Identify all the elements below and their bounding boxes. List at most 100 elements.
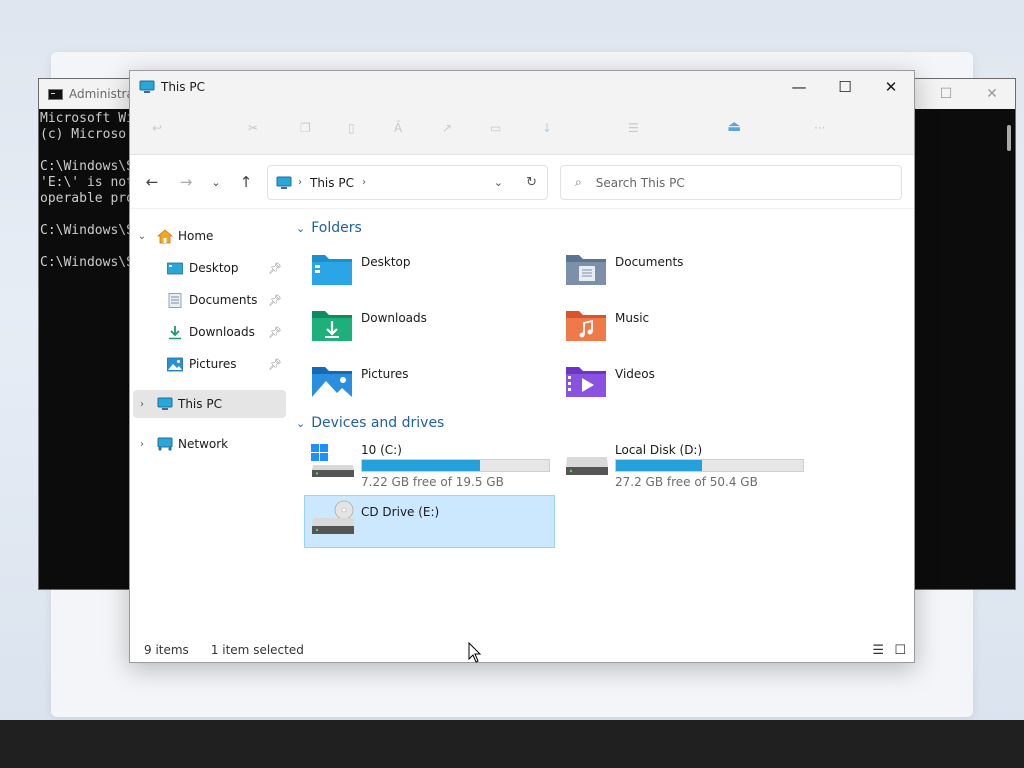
chevron-down-icon[interactable]: ⌄: [133, 231, 151, 242]
back-arrow-icon[interactable]: ←: [140, 171, 164, 193]
minimize-button[interactable]: —: [776, 71, 822, 103]
tiles-view-icon[interactable]: ☐: [894, 643, 906, 658]
cmd-close-button[interactable]: ✕: [969, 79, 1015, 109]
drive-name: Local Disk (D:): [615, 443, 703, 457]
pictures-folder-icon: [312, 367, 352, 397]
folder-label: Documents: [615, 255, 684, 269]
folder-label: Downloads: [361, 311, 427, 325]
breadcrumb-chevron-icon[interactable]: ›: [362, 177, 366, 188]
nav-item-documents[interactable]: Documents 📌︎: [133, 286, 286, 314]
breadcrumb-chevron-icon: ›: [298, 177, 302, 188]
close-button[interactable]: ✕: [868, 71, 914, 103]
item-count: 9 items: [144, 643, 189, 657]
hard-drive-icon: [566, 457, 608, 475]
drive-d[interactable]: Local Disk (D:) 27.2 GB free of 50.4 GB: [559, 443, 809, 491]
folders-section-header[interactable]: ⌄ Folders: [296, 220, 362, 236]
breadcrumb-this-pc[interactable]: This PC: [310, 176, 354, 190]
new-button[interactable]: ↩: [152, 121, 162, 135]
rename-icon[interactable]: Ā: [394, 121, 402, 135]
nav-label: Network: [178, 437, 229, 451]
folder-videos[interactable]: Videos: [565, 363, 655, 399]
search-icon: ⌕: [575, 175, 582, 189]
refresh-icon[interactable]: ↻: [526, 175, 537, 190]
section-title: Devices and drives: [311, 415, 445, 431]
cmd-maximize-button[interactable]: ☐: [923, 79, 969, 109]
drive-name: CD Drive (E:): [361, 505, 440, 519]
nav-label: Pictures: [189, 357, 237, 371]
network-icon: [157, 437, 173, 451]
cmd-icon: [48, 88, 63, 100]
up-arrow-icon[interactable]: ↑: [234, 171, 258, 193]
nav-label: Home: [178, 229, 214, 243]
folder-desktop[interactable]: Desktop: [311, 251, 411, 287]
sort-icon[interactable]: ↓: [542, 121, 552, 135]
chevron-down-icon[interactable]: ⌄: [296, 222, 305, 235]
paste-icon[interactable]: ▯: [348, 121, 355, 135]
drive-name: 10 (C:): [361, 443, 402, 457]
videos-folder-icon: [566, 367, 606, 397]
navigation-pane: ⌄ Home Desktop 📌︎ Documents 📌︎ Downloads…: [130, 211, 290, 631]
nav-label: Downloads: [189, 325, 255, 339]
pin-icon[interactable]: 📌︎: [268, 358, 282, 371]
drive-usage-fill: [362, 460, 480, 471]
desktop-folder-icon: [312, 255, 352, 285]
this-pc-icon: [139, 80, 155, 93]
section-title: Folders: [311, 220, 362, 236]
drive-free-space: 27.2 GB free of 50.4 GB: [615, 475, 758, 489]
more-options-icon[interactable]: ···: [814, 121, 825, 135]
copy-icon[interactable]: ❐: [300, 121, 311, 135]
music-folder-icon: [566, 311, 606, 341]
nav-item-network[interactable]: › Network: [133, 430, 286, 458]
drives-section-header[interactable]: ⌄ Devices and drives: [296, 415, 444, 431]
nav-item-this-pc[interactable]: › This PC: [133, 390, 286, 418]
folder-label: Music: [615, 311, 650, 325]
cmd-scrollbar[interactable]: [1007, 125, 1011, 151]
drive-usage-bar: [615, 459, 804, 472]
chevron-right-icon[interactable]: ›: [133, 399, 151, 410]
documents-folder-icon: [566, 255, 606, 285]
nav-label: This PC: [178, 397, 222, 411]
view-icon[interactable]: ☰: [628, 121, 639, 135]
nav-item-downloads[interactable]: Downloads 📌︎: [133, 318, 286, 346]
chevron-right-icon[interactable]: ›: [133, 439, 151, 450]
address-bar[interactable]: › This PC › ⌄ ↻: [267, 165, 548, 200]
maximize-button[interactable]: ☐: [822, 71, 868, 103]
folder-pictures[interactable]: Pictures: [311, 363, 409, 399]
folder-label: Pictures: [361, 367, 409, 381]
search-box[interactable]: ⌕ Search This PC: [560, 165, 902, 200]
nav-item-desktop[interactable]: Desktop 📌︎: [133, 254, 286, 282]
details-view-icon[interactable]: ☰: [872, 643, 884, 658]
selection-count: 1 item selected: [210, 643, 304, 657]
explorer-titlebar[interactable]: This PC — ☐ ✕: [130, 71, 914, 103]
nav-item-pictures[interactable]: Pictures 📌︎: [133, 350, 286, 378]
nav-label: Documents: [189, 293, 258, 307]
folder-documents[interactable]: Documents: [565, 251, 683, 287]
search-placeholder: Search This PC: [595, 175, 685, 190]
folder-downloads[interactable]: Downloads: [311, 307, 427, 343]
share-icon[interactable]: ↗: [442, 121, 452, 135]
delete-icon[interactable]: ▭: [490, 121, 501, 135]
file-explorer-window[interactable]: This PC — ☐ ✕ ↩ ✂ ❐ ▯ Ā ↗ ▭ ↓ ☰ ⏏ ··· ← …: [129, 70, 915, 663]
forward-arrow-icon[interactable]: →: [174, 171, 198, 193]
cut-icon[interactable]: ✂: [248, 121, 258, 135]
nav-item-home[interactable]: ⌄ Home: [133, 222, 286, 250]
nav-label: Desktop: [189, 261, 239, 275]
documents-icon: [168, 292, 182, 308]
folder-label: Videos: [615, 367, 655, 381]
drive-e[interactable]: CD Drive (E:): [304, 495, 555, 548]
folder-label: Desktop: [361, 255, 411, 269]
eject-icon[interactable]: ⏏: [727, 117, 741, 135]
pin-icon[interactable]: 📌︎: [268, 326, 282, 339]
drive-c[interactable]: 10 (C:) 7.22 GB free of 19.5 GB: [305, 443, 555, 491]
drive-usage-fill: [616, 460, 703, 471]
pin-icon[interactable]: 📌︎: [268, 262, 282, 275]
mouse-cursor-icon: [468, 642, 482, 663]
pin-icon[interactable]: 📌︎: [268, 294, 282, 307]
chevron-down-icon[interactable]: ⌄: [296, 417, 305, 430]
downloads-folder-icon: [312, 311, 352, 341]
recent-locations-icon[interactable]: ⌄: [204, 171, 228, 193]
this-pc-icon: [157, 397, 173, 410]
folder-music[interactable]: Music: [565, 307, 649, 343]
address-dropdown-icon[interactable]: ⌄: [494, 176, 503, 189]
downloads-icon: [169, 325, 181, 339]
